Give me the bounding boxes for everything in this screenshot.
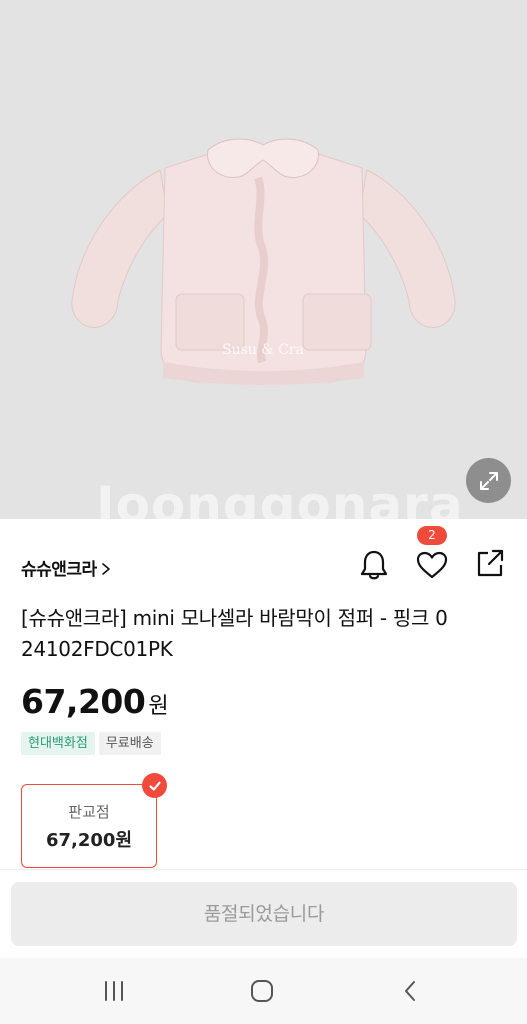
store-label: 판교점 [68, 803, 110, 821]
recents-icon [105, 981, 123, 1001]
check-icon [142, 773, 167, 798]
recents-button[interactable] [94, 976, 134, 1006]
product-title: [슈슈앤크라] mini 모나셀라 바람막이 점퍼 - 핑크 0 24102FD… [21, 606, 448, 661]
home-button[interactable] [242, 976, 282, 1006]
price-value: 67,200 [21, 682, 146, 721]
system-navigation-bar [0, 958, 527, 1024]
back-button[interactable] [390, 976, 430, 1006]
brand-mark-on-image: Susu & Cra [222, 342, 304, 358]
sold-out-button[interactable]: 품절되었습니다 [11, 882, 517, 946]
price: 67,200 원 [21, 682, 169, 721]
share-icon [477, 549, 504, 577]
store-option-card[interactable]: 판교점 67,200원 [21, 784, 157, 868]
like-button[interactable] [412, 545, 452, 585]
brand-link[interactable]: 슈슈앤크라 [21, 555, 112, 580]
tag-free-shipping: 무료배송 [98, 732, 161, 755]
tag-list: 현대백화점 무료배송 [21, 732, 161, 755]
store-price: 67,200원 [45, 830, 133, 851]
back-icon [405, 981, 415, 1001]
price-currency: 원 [148, 694, 169, 719]
tag-department-store: 현대백화점 [21, 732, 95, 755]
chevron-right-icon [101, 563, 110, 575]
like-count-badge: 2 [417, 526, 447, 545]
watermark: Joonggonara [96, 476, 464, 519]
purchase-bar: 품절되었습니다 [0, 870, 527, 958]
product-image[interactable]: Susu & Cra Joonggonara [0, 0, 527, 519]
notification-button[interactable] [354, 545, 394, 585]
expand-icon [479, 471, 498, 490]
brand-name: 슈슈앤크라 [21, 560, 97, 580]
share-button[interactable] [470, 543, 510, 583]
jacket-illustration: Susu & Cra [71, 138, 456, 385]
bell-icon [360, 550, 388, 580]
heart-icon [416, 551, 448, 579]
product-info: 슈슈앤크라 2 [슈슈앤크라] mini 모나셀라 바람막이 점퍼 - 핑크 0… [0, 519, 527, 869]
expand-image-button[interactable] [466, 458, 511, 503]
home-icon [251, 980, 273, 1002]
